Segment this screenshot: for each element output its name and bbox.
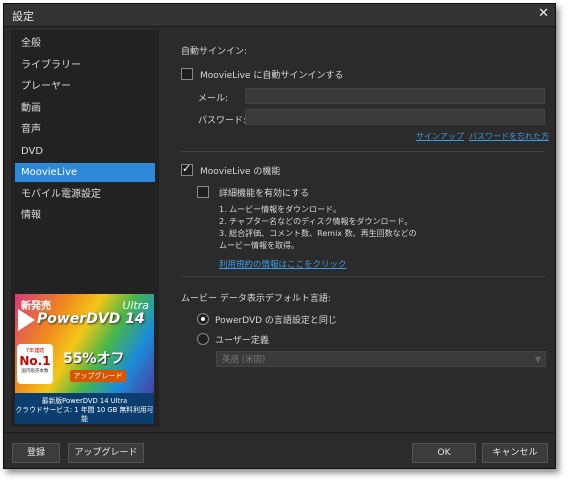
moovielive-feature-checkbox[interactable] [181, 162, 193, 176]
promo-upgrade-button[interactable]: アップグレード [70, 370, 126, 382]
sidebar-item-dvd[interactable]: DVD [15, 142, 155, 161]
sidebar-item-library[interactable]: ライブラリー [15, 56, 155, 75]
moovielive-feature-label: MoovieLive の機能 [200, 167, 281, 177]
language-heading: ムービー データ表示デフォルト言語: [181, 294, 331, 304]
promo-artwork: 新発売 Ultra PowerDVD 14 7年連続 No.1 国内販売本数 5… [15, 294, 154, 393]
play-icon [18, 309, 35, 331]
promo-caption-line1: 最新版PowerDVD 14 Ultra [41, 397, 128, 405]
language-dropdown-value: 英語 (米国) [222, 355, 266, 365]
promo-product: PowerDVD 14 [37, 311, 145, 327]
language-same-label: PowerDVD の言語設定と同じ [215, 316, 337, 326]
settings-panel: 自動サインイン: MoovieLive に自動サインインする メール: パスワー… [169, 30, 549, 430]
sidebar-item-audio[interactable]: 音声 [15, 120, 155, 139]
upgrade-button[interactable]: アップグレード [68, 443, 144, 463]
language-same-radio[interactable] [197, 313, 209, 325]
sidebar-item-info[interactable]: 情報 [15, 206, 155, 225]
promo-discount: 55%オフ [63, 351, 125, 367]
close-icon[interactable]: ✕ [538, 6, 549, 21]
badge-main-text: No.1 [19, 354, 51, 368]
advanced-features-checkbox[interactable] [197, 186, 209, 198]
email-field[interactable] [245, 88, 545, 104]
password-label: パスワード: [198, 116, 247, 126]
title-bar: 設定 ✕ [4, 4, 555, 27]
feature-desc-1: 1. ムービー情報をダウンロード。 [219, 205, 342, 214]
email-label: メール: [198, 94, 229, 104]
feature-desc-2: 2. チャプター名などのディスク情報をダウンロード。 [219, 217, 413, 226]
terms-link[interactable]: 利用規約の情報はここをクリック [219, 258, 347, 270]
cancel-button[interactable]: キャンセル [482, 443, 548, 463]
divider [181, 276, 545, 277]
settings-dialog: 設定 ✕ 全般 ライブラリー プレーヤー 動画 音声 DVD MoovieLiv… [3, 3, 556, 469]
promo-caption-line2: クラウドサービス: 1 年間 10 GB 無料利用可能 [15, 406, 154, 423]
badge-top-text: 7年連続 [25, 348, 45, 354]
language-user-radio[interactable] [197, 333, 209, 345]
sidebar: 全般 ライブラリー プレーヤー 動画 音声 DVD MoovieLive モバイ… [11, 30, 159, 427]
ok-button[interactable]: OK [412, 443, 476, 463]
auto-signin-checkbox[interactable] [181, 68, 193, 80]
button-bar: 登録 アップグレード OK キャンセル [4, 432, 555, 469]
sidebar-item-video[interactable]: 動画 [15, 99, 155, 118]
divider [181, 151, 545, 152]
feature-desc-4: ムービー情報を取得。 [219, 241, 299, 250]
advanced-features-label: 詳細機能を有効にする [219, 189, 310, 199]
language-dropdown[interactable]: 英語 (米国) ▼ [216, 351, 546, 367]
forgot-password-link[interactable]: パスワードを忘れた方 [469, 131, 549, 142]
auto-signin-label: MoovieLive に自動サインインする [200, 71, 344, 81]
signup-link[interactable]: サインアップ [416, 131, 464, 142]
chevron-down-icon: ▼ [534, 355, 541, 364]
sidebar-item-mobile-power[interactable]: モバイル電源設定 [15, 185, 155, 204]
password-field[interactable] [245, 109, 545, 125]
promo-award-badge: 7年連続 No.1 国内販売本数 [17, 344, 53, 384]
auto-signin-heading: 自動サインイン: [181, 47, 248, 57]
promo-banner[interactable]: 新発売 Ultra PowerDVD 14 7年連続 No.1 国内販売本数 5… [15, 294, 154, 424]
sidebar-item-player[interactable]: プレーヤー [15, 77, 155, 96]
feature-desc-3: 3. 総合評価、コメント数、Remix 数、再生回数などの [219, 229, 417, 238]
register-button[interactable]: 登録 [12, 443, 60, 463]
promo-caption: 最新版PowerDVD 14 Ultra クラウドサービス: 1 年間 10 G… [15, 397, 154, 424]
badge-bottom-text: 国内販売本数 [21, 369, 49, 374]
sidebar-item-general[interactable]: 全般 [15, 34, 155, 53]
window-title: 設定 [12, 10, 34, 23]
sidebar-item-moovielive[interactable]: MoovieLive [15, 163, 155, 182]
language-user-label: ユーザー定義 [215, 336, 269, 346]
